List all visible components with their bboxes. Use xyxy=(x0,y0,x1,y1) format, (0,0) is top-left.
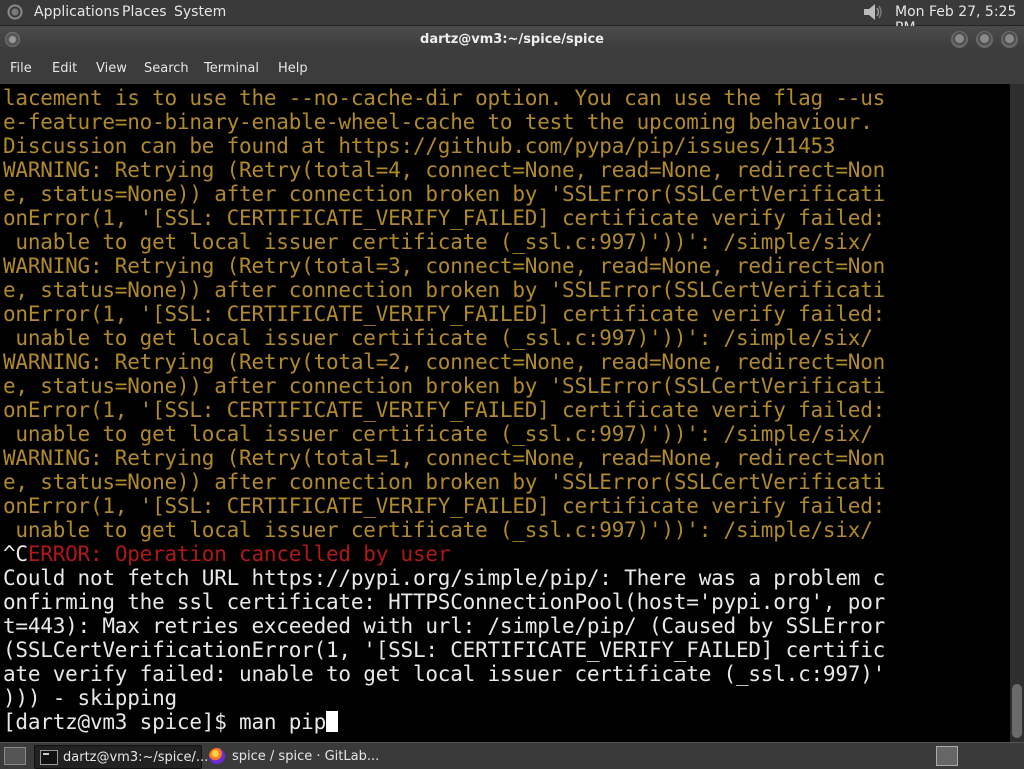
terminal-line: Discussion can be found at https://githu… xyxy=(3,134,836,158)
terminal-line: unable to get local issuer certificate (… xyxy=(3,422,873,446)
terminal-scrollbar[interactable] xyxy=(1010,84,1024,742)
text-cursor xyxy=(326,711,339,732)
taskbar-item-terminal[interactable]: dartz@vm3:~/spice/... xyxy=(34,745,208,769)
menu-help[interactable]: Help xyxy=(278,61,308,76)
taskbar-item-label: spice / spice · GitLab... xyxy=(232,749,380,764)
menu-view[interactable]: View xyxy=(96,61,127,76)
shell-prompt: [dartz@vm3 spice]$ man pip xyxy=(3,710,327,734)
terminal-line: e, status=None)) after connection broken… xyxy=(3,470,886,494)
terminal-line: WARNING: Retrying (Retry(total=4, connec… xyxy=(3,158,886,182)
menu-file[interactable]: File xyxy=(10,61,32,76)
terminal-line: unable to get local issuer certificate (… xyxy=(3,326,873,350)
maximize-button[interactable] xyxy=(976,31,993,48)
terminal-line: onError(1, '[SSL: CERTIFICATE_VERIFY_FAI… xyxy=(3,206,886,230)
terminal-line: [dartz@vm3 spice]$ man pip xyxy=(3,710,885,734)
terminal-line: t=443): Max retries exceeded with url: /… xyxy=(3,614,886,638)
show-desktop-icon[interactable] xyxy=(4,747,26,765)
applications-menu[interactable]: Applications xyxy=(34,4,120,20)
applications-logo-icon[interactable] xyxy=(6,3,24,21)
terminal-area[interactable]: lacement is to use the --no-cache-dir op… xyxy=(0,84,1010,742)
terminal-line: e-feature=no-binary-enable-wheel-cache t… xyxy=(3,110,873,134)
terminal-line: WARNING: Retrying (Retry(total=2, connec… xyxy=(3,350,886,374)
terminal-line: unable to get local issuer certificate (… xyxy=(3,518,873,542)
terminal-line: lacement is to use the --no-cache-dir op… xyxy=(3,86,886,110)
terminal-line: unable to get local issuer certificate (… xyxy=(3,230,873,254)
terminal-line: onError(1, '[SSL: CERTIFICATE_VERIFY_FAI… xyxy=(3,494,886,518)
menu-edit[interactable]: Edit xyxy=(52,61,77,76)
top-panel: Applications Places System Mon Feb 27, 5… xyxy=(0,0,1024,36)
window-title: dartz@vm3:~/spice/spice xyxy=(420,32,604,47)
taskbar-item-label: dartz@vm3:~/spice/... xyxy=(63,750,209,765)
terminal-line: onError(1, '[SSL: CERTIFICATE_VERIFY_FAI… xyxy=(3,302,886,326)
terminal-line: e, status=None)) after connection broken… xyxy=(3,182,886,206)
bottom-panel: dartz@vm3:~/spice/... spice / spice · Gi… xyxy=(0,742,1024,769)
system-menu[interactable]: System xyxy=(174,4,226,20)
terminal-line: e, status=None)) after connection broken… xyxy=(3,278,886,302)
volume-icon[interactable] xyxy=(862,2,884,22)
terminal-line: ate verify failed: unable to get local i… xyxy=(3,662,886,686)
terminal-line: ))) - skipping xyxy=(3,686,177,710)
firefox-icon xyxy=(209,748,225,764)
terminal-line: (SSLCertVerificationError(1, '[SSL: CERT… xyxy=(3,638,886,662)
menu-search[interactable]: Search xyxy=(144,61,189,76)
terminal-line: onfirming the ssl certificate: HTTPSConn… xyxy=(3,590,886,614)
scrollbar-thumb[interactable] xyxy=(1012,684,1022,738)
terminal-icon xyxy=(40,750,58,765)
close-button[interactable] xyxy=(1001,31,1018,48)
terminal-line: onError(1, '[SSL: CERTIFICATE_VERIFY_FAI… xyxy=(3,398,886,422)
menu-terminal[interactable]: Terminal xyxy=(204,61,259,76)
terminal-line: WARNING: Retrying (Retry(total=1, connec… xyxy=(3,446,886,470)
interrupt-marker: ^C xyxy=(3,542,28,566)
terminal-output: lacement is to use the --no-cache-dir op… xyxy=(3,86,885,734)
menubar: File Edit View Search Terminal Help xyxy=(0,54,1024,84)
minimize-button[interactable] xyxy=(951,31,968,48)
places-menu[interactable]: Places xyxy=(122,4,167,20)
workspace-switcher-icon[interactable] xyxy=(936,746,958,766)
taskbar-item-firefox[interactable]: spice / spice · GitLab... xyxy=(204,745,384,767)
terminal-line: Could not fetch URL https://pypi.org/sim… xyxy=(3,566,886,590)
terminal-line: e, status=None)) after connection broken… xyxy=(3,374,886,398)
terminal-line: WARNING: Retrying (Retry(total=3, connec… xyxy=(3,254,886,278)
error-message: ERROR: Operation cancelled by user xyxy=(27,542,451,566)
window-titlebar[interactable]: dartz@vm3:~/spice/spice xyxy=(0,26,1024,54)
terminal-line: ^CERROR: Operation cancelled by user xyxy=(3,542,885,566)
